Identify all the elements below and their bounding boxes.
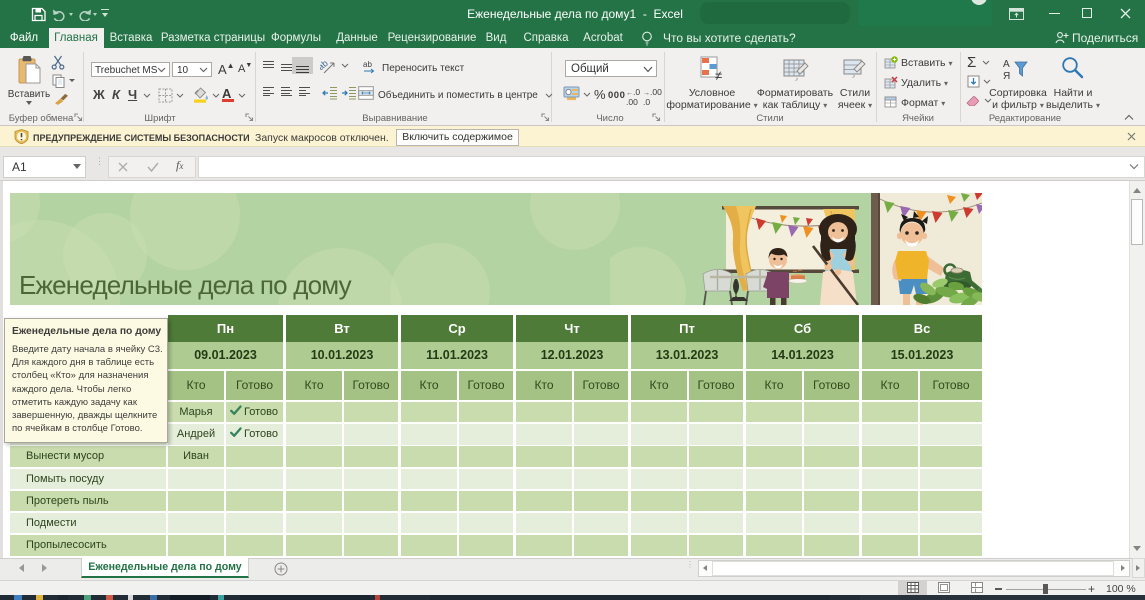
svg-text:Я: Я xyxy=(1003,71,1010,82)
svg-text:ab: ab xyxy=(363,60,372,69)
svg-text:≠: ≠ xyxy=(715,68,722,82)
svg-text:ab: ab xyxy=(320,58,330,72)
svg-text:А: А xyxy=(1003,59,1010,70)
